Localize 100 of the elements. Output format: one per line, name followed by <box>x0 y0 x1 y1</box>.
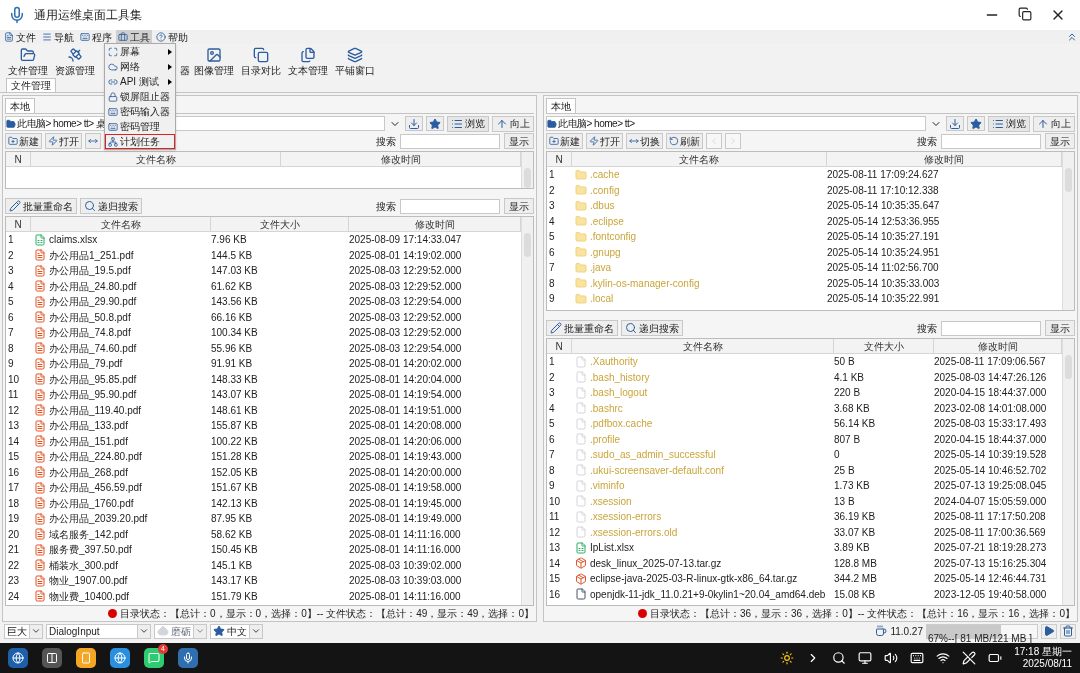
file-name: .viminfo <box>590 479 625 494</box>
modified-time: 2025-08-01 14:19:58.000 <box>349 481 462 496</box>
modified-time: 2025-08-03 10:39:03.000 <box>349 574 462 589</box>
modified-time: 2025-08-01 14:11:16.000 <box>349 527 461 542</box>
search-label: 搜索 <box>917 134 937 149</box>
file-name: 办公用品_151.pdf <box>49 434 128 449</box>
file-name: 办公用品_74.60.pdf <box>49 341 137 356</box>
row-number: 14 <box>548 556 562 571</box>
modified-time: 2020-04-15 18:44:37.000 <box>934 432 1047 447</box>
modified-time: 2020-04-15 18:44:37.000 <box>934 386 1047 401</box>
window-title: 通用运维桌面工具集 <box>34 7 142 24</box>
status-text: 目录状态：【总计：36，显示：36，选择：0】-- 文件状态：【总计：16，显示：16，选择：0】 <box>649 606 1075 621</box>
row-number: 22 <box>7 558 21 573</box>
file-size: 148.33 KB <box>211 372 259 387</box>
file-size: 220 B <box>834 386 862 401</box>
modified-time: 2025-08-11 17:00:36.569 <box>934 525 1046 540</box>
row-number: 14 <box>7 434 21 449</box>
modified-time: 2025-08-11 17:10:12.338 <box>827 183 939 198</box>
file-size: 66.16 KB <box>211 310 254 325</box>
modified-time: 2025-08-03 14:47:26.126 <box>934 370 1047 385</box>
file-size: 148.61 KB <box>211 403 259 418</box>
file-name: 办公用品_95.85.pdf <box>49 372 137 387</box>
file-size: 151.28 KB <box>211 450 259 465</box>
row-number: 11 <box>7 388 20 403</box>
file-name: 办公用品_74.8.pdf <box>49 326 131 341</box>
modified-time: 2025-05-14 10:46:52.702 <box>934 463 1047 478</box>
file-size: 13 B <box>834 494 856 509</box>
file-size: 25 B <box>834 463 856 478</box>
file-name: .kylin-os-manager-config <box>590 276 700 291</box>
file-name: claims.xlsx <box>49 233 98 248</box>
file-size: 1.73 KB <box>834 479 871 494</box>
modified-time: 2025-08-01 14:11:16.000 <box>349 589 461 604</box>
file-name: 桶装水_300.pdf <box>49 558 118 573</box>
modified-time: 2025-07-21 18:19:28.273 <box>934 541 1047 556</box>
modified-time: 2025-05-14 10:35:35.647 <box>827 199 940 214</box>
row-number: 13 <box>548 541 562 556</box>
file-name: 办公用品_50.8.pdf <box>49 310 131 325</box>
modified-time: 2025-05-14 10:39:19.528 <box>934 448 1047 463</box>
file-name: 办公用品_224.80.pdf <box>49 450 142 465</box>
file-size: 143.56 KB <box>211 295 259 310</box>
file-name: .Xauthority <box>590 355 638 370</box>
modified-time: 2025-08-03 12:29:54.000 <box>349 341 462 356</box>
modified-time: 2023-12-05 19:40:58.000 <box>934 587 1047 602</box>
file-name: .eclipse <box>590 214 624 229</box>
row-number: 4 <box>7 279 15 294</box>
memory-text: 67%--[ 81 MB/121 MB ] <box>927 632 1033 644</box>
row-number: 3 <box>548 386 556 401</box>
row-number: 5 <box>7 295 15 310</box>
row-number: 6 <box>7 310 15 325</box>
row-number: 2 <box>548 370 556 385</box>
file-size: 142.13 KB <box>211 496 259 511</box>
file-name: desk_linux_2025-07-13.tar.gz <box>590 556 722 571</box>
row-number: 1 <box>548 168 556 183</box>
modified-time: 2025-08-03 12:29:52.000 <box>349 279 462 294</box>
file-size: 143.17 KB <box>211 574 259 589</box>
row-number: 4 <box>548 214 556 229</box>
row-number: 7 <box>7 326 15 341</box>
file-name: 办公用品_268.pdf <box>49 465 128 480</box>
modified-time: 2025-07-13 19:25:08.045 <box>934 479 1047 494</box>
file-name: 办公用品1_251.pdf <box>49 248 134 263</box>
modified-time: 2025-05-14 10:35:22.991 <box>827 292 940 307</box>
row-number: 23 <box>7 574 21 589</box>
file-size: 61.62 KB <box>211 279 254 294</box>
file-size: 344.2 MB <box>834 572 878 587</box>
row-number: 18 <box>7 496 21 511</box>
file-name: 办公用品_456.59.pdf <box>49 481 142 496</box>
file-size: 155.87 KB <box>211 419 259 434</box>
file-size: 15.08 KB <box>834 587 877 602</box>
row-number: 15 <box>548 572 562 587</box>
file-name: 办公用品_29.90.pdf <box>49 295 137 310</box>
modified-time: 2025-05-14 12:53:36.955 <box>827 214 940 229</box>
row-number: 8 <box>548 276 556 291</box>
file-size: 33.07 KB <box>834 525 877 540</box>
status-text: 目录状态：【总计：0，显示：0，选择：0】-- 文件状态：【总计：49，显示：49，选择：0】 <box>120 606 534 621</box>
file-size: 152.05 KB <box>211 465 259 480</box>
row-number: 12 <box>7 403 21 418</box>
row-number: 3 <box>548 199 556 214</box>
row-number: 8 <box>548 463 556 478</box>
row-number: 12 <box>548 525 562 540</box>
modified-time: 2025-08-01 14:20:02.000 <box>349 357 462 372</box>
file-name: .bash_logout <box>590 386 648 401</box>
modified-time: 2023-02-08 14:01:08.000 <box>934 401 1047 416</box>
modified-time: 2025-08-09 17:14:33.047 <box>349 233 462 248</box>
file-size: 145.1 KB <box>211 558 254 573</box>
file-name: .profile <box>590 432 620 447</box>
file-size: 56.14 KB <box>834 417 877 432</box>
modified-time: 2025-05-14 12:46:44.731 <box>934 572 1047 587</box>
row-number: 9 <box>7 357 15 372</box>
row-number: 10 <box>548 494 562 509</box>
version-text: 11.0.27 <box>890 624 923 639</box>
modified-time: 2025-08-03 12:29:52.000 <box>349 310 462 325</box>
row-number: 8 <box>7 341 15 356</box>
file-name: .dbus <box>590 199 615 214</box>
file-name: 办公用品_133.pdf <box>49 419 128 434</box>
file-size: 100.22 KB <box>211 434 259 449</box>
file-name: .sudo_as_admin_successful <box>590 448 716 463</box>
file-name: 域名服务_142.pdf <box>49 527 128 542</box>
file-name: .ukui-screensaver-default.conf <box>590 463 724 478</box>
modified-time: 2025-05-14 10:35:24.951 <box>827 245 940 260</box>
modified-time: 2025-08-01 14:19:54.000 <box>349 388 462 403</box>
